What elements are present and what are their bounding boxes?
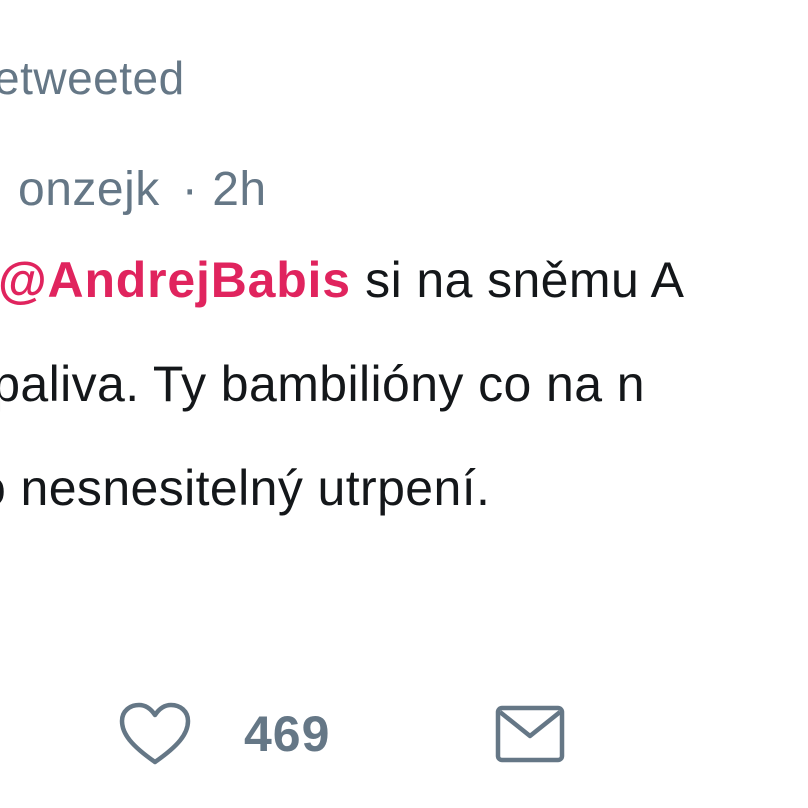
tweet-line: opaliva. Ty bambilióny co na n [0,332,808,436]
like-count: 469 [244,706,331,762]
tweet-actions: 469 [0,690,808,790]
header-separator: · [181,163,199,216]
tweet-text: @AndrejBabis si na sněmu A opaliva. Ty b… [0,228,808,540]
tweet-line-text: o nesnesitelný utrpení. [0,460,491,516]
tweet-line: o nesnesitelný utrpení. [0,436,808,540]
heart-icon[interactable] [118,702,192,768]
retweet-context-label: etweeted [0,52,185,104]
tweet-line-text: opaliva. Ty bambilióny co na n [0,356,645,412]
envelope-icon[interactable] [494,704,566,764]
tweet-timestamp[interactable]: 2h [212,163,266,216]
tweet-line-text: si na sněmu A [350,252,685,308]
retweet-context: etweeted [0,50,185,106]
tweet-header: onzejk · 2h [18,160,267,220]
mention-link[interactable]: @AndrejBabis [0,252,351,308]
tweet-line: @AndrejBabis si na sněmu A [0,228,808,332]
author-handle[interactable]: onzejk [18,163,160,216]
